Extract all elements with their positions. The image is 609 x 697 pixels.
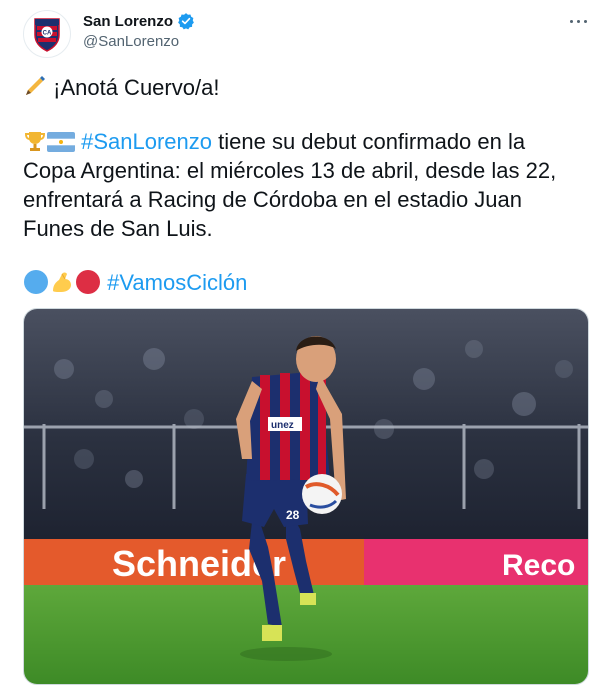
hashtag-link[interactable]: #SanLorenzo [81,129,212,154]
verified-badge-icon [178,13,194,30]
tweet-text: tiene su debut confirmado en la [212,129,526,154]
tweet-line-3: Copa Argentina: el miércoles 13 de abril… [23,158,557,183]
ad-board-right-text: Reco [502,549,575,582]
jersey-number-text: 28 [286,508,300,522]
author-name-row[interactable]: San Lorenzo [83,12,195,30]
avatar[interactable]: CA [23,10,71,58]
red-circle-emoji-icon [76,270,100,294]
match-photo: Schneider Reco 28 unez [24,309,588,684]
argentina-flag-icon [47,132,75,152]
tweet-line-1: ¡Anotá Cuervo/a! [23,75,219,101]
jersey-sponsor-text: unez [271,420,294,431]
trophy-emoji-icon [24,132,46,151]
author-handle[interactable]: @SanLorenzo [83,33,179,50]
author-display-name[interactable]: San Lorenzo [83,13,173,30]
more-options-icon[interactable] [567,12,591,32]
tweet-line-2: #SanLorenzo tiene su debut confirmado en… [23,129,525,155]
tweet-media-photo[interactable]: Schneider Reco 28 unez [23,308,589,685]
flexed-biceps-emoji-icon [53,272,71,292]
tweet-line-4: enfrentará a Racing de Córdoba en el est… [23,187,523,212]
writing-hand-emoji-icon [26,76,45,95]
tweet-text: ¡Anotá Cuervo/a! [53,75,220,100]
tweet-card: CA San Lorenzo @SanLorenzo ¡Anotá Cuervo… [0,0,609,697]
tweet-line-6: #VamosCiclón [23,269,247,296]
hashtag-link[interactable]: #VamosCiclón [107,270,247,295]
svg-text:CA: CA [43,31,52,37]
tweet-line-5: Funes de San Luis. [23,216,213,241]
san-lorenzo-crest-icon: CA [34,18,60,52]
blue-circle-emoji-icon [24,270,48,294]
